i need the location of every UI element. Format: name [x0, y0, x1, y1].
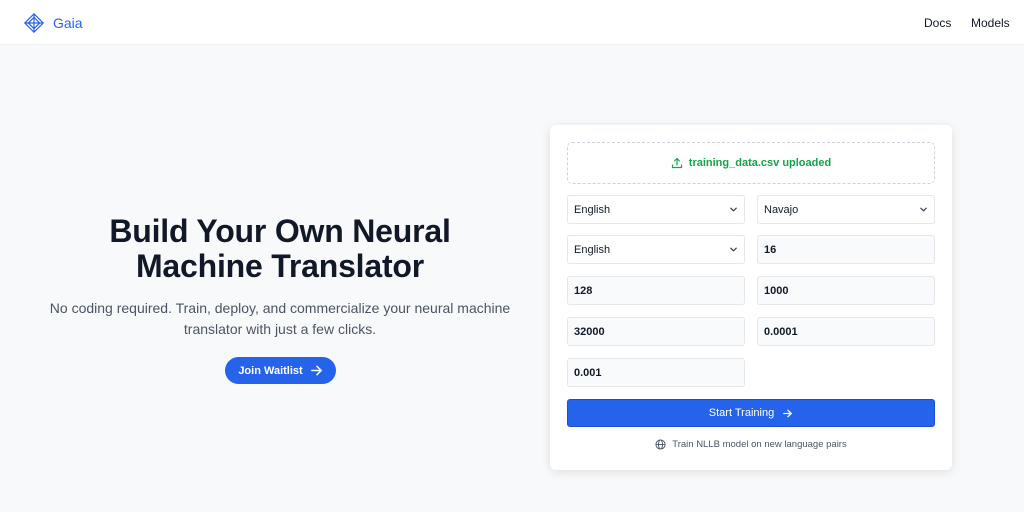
param-input-6[interactable]: [567, 358, 745, 387]
globe-icon: [655, 439, 666, 450]
param-input-4[interactable]: [567, 317, 745, 346]
nav-docs-link[interactable]: Docs: [924, 16, 951, 30]
brand-name: Gaia: [53, 15, 83, 31]
arrow-right-icon: [310, 364, 323, 377]
language-select-value: English: [574, 243, 611, 256]
start-training-button[interactable]: Start Training: [567, 399, 935, 427]
chevron-down-icon: [729, 245, 738, 254]
target-language-value: Navajo: [764, 203, 799, 216]
hero-section: Build Your Own Neural Machine Translator…: [30, 214, 530, 340]
file-upload-dropzone[interactable]: training_data.csv uploaded: [567, 142, 935, 184]
start-training-label: Start Training: [708, 407, 775, 419]
source-language-select[interactable]: English: [567, 195, 745, 224]
footnote-text: Train NLLB model on new language pairs: [672, 439, 847, 450]
language-select[interactable]: English: [567, 235, 745, 264]
upload-icon: [671, 157, 683, 169]
training-form-card: training_data.csv uploaded English Navaj…: [550, 125, 952, 470]
param-input-5[interactable]: [757, 317, 935, 346]
brand-link[interactable]: Gaia: [23, 11, 83, 35]
source-language-value: English: [574, 203, 611, 216]
target-language-select[interactable]: Navajo: [757, 195, 935, 224]
upload-status-text: training_data.csv uploaded: [688, 157, 832, 169]
chevron-down-icon: [919, 205, 928, 214]
param-input-1[interactable]: [757, 235, 935, 264]
join-waitlist-button[interactable]: Join Waitlist: [225, 357, 336, 384]
form-footnote: Train NLLB model on new language pairs: [550, 439, 952, 450]
param-input-2[interactable]: [567, 276, 745, 305]
chevron-down-icon: [729, 205, 738, 214]
param-input-3[interactable]: [757, 276, 935, 305]
hero-subtitle: No coding required. Train, deploy, and c…: [49, 300, 511, 337]
hero-title: Build Your Own Neural Machine Translator: [109, 213, 451, 284]
gaia-logo-icon: [23, 12, 45, 34]
top-navbar: Gaia Docs Models: [0, 0, 1024, 45]
nav-models-link[interactable]: Models: [971, 16, 1010, 30]
arrow-right-icon: [782, 408, 793, 419]
join-waitlist-label: Join Waitlist: [238, 364, 303, 377]
